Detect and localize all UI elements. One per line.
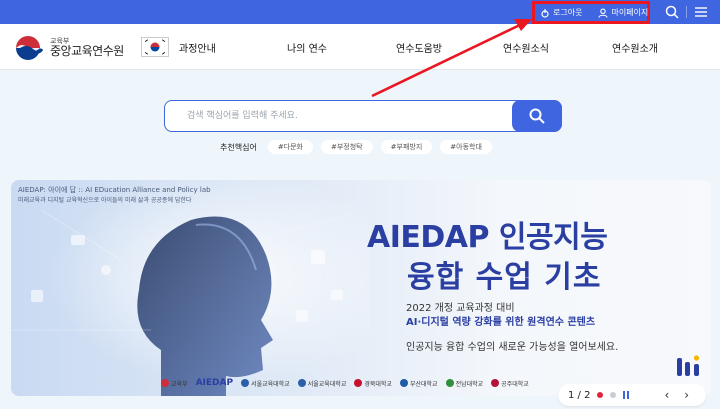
university-seal-icon (297, 379, 306, 387)
top-utility-bar: 로그아웃 마이페이지 (0, 0, 720, 24)
university-seal-icon (354, 379, 363, 387)
university-seal-icon (491, 379, 500, 387)
recommended-label: 추천핵심어 (220, 142, 257, 152)
keyword-tag[interactable]: #부정청탁 (321, 140, 373, 154)
utility-links-highlight: 로그아웃 마이페이지 (532, 1, 650, 24)
main-header: 교육부 중앙교육연수원 과정안내 나의 연수 연수도움방 연수원소식 연수원소개 (0, 24, 720, 70)
pager-dot[interactable] (610, 392, 617, 398)
logout-icon (541, 8, 549, 18)
top-divider (686, 6, 687, 18)
keyword-tag[interactable]: #부패방지 (380, 140, 433, 154)
partner-logo: 서울교육대학교 (241, 379, 290, 388)
government-emblem-icon (16, 36, 44, 60)
banner-title-line1: AIEDAP 인공지능 (367, 220, 608, 255)
nav-about[interactable]: 연수원소개 (612, 40, 658, 55)
pager-dot-active[interactable] (597, 392, 604, 398)
edap-logo-icon (677, 355, 700, 376)
chevron-right-icon[interactable]: › (684, 388, 689, 402)
partner-logo: 공주대학교 (491, 379, 529, 388)
university-seal-icon (445, 379, 454, 387)
banner-caption: AIEDAP: 아이에 답 :: AI EDucation Alliance a… (18, 186, 211, 194)
ministry-emblem-icon (161, 379, 169, 387)
university-seal-icon (241, 379, 250, 387)
partner-logo: AIEDAP (195, 378, 234, 388)
banner-description: 인공지능 융합 수업의 새로운 가능성을 열어보세요. (406, 342, 619, 353)
ai-head-illustration (11, 180, 371, 396)
banner-caption-sub: 미래교육과 디지털 교육혁신으로 아이들의 미래 삶과 공공종에 답한다 (18, 197, 192, 204)
banner-pager: 1 / 2 ‹ › (558, 384, 706, 406)
partner-logo: 교육부 (161, 379, 188, 388)
chevron-left-icon[interactable]: ‹ (664, 388, 669, 402)
recommended-keywords: 추천핵심어 #다문화 #부정청탁 #부패방지 #아동학대 (220, 140, 492, 154)
main-search-input[interactable] (165, 101, 511, 131)
university-seal-icon (399, 379, 408, 387)
logout-label: 로그아웃 (553, 8, 583, 17)
keyword-tag[interactable]: #다문화 (267, 140, 313, 154)
search-icon (529, 108, 545, 124)
main-search-box (164, 100, 562, 132)
nav-help[interactable]: 연수도움방 (396, 40, 442, 55)
logout-link[interactable]: 로그아웃 (540, 7, 582, 18)
partner-logo: 부산대학교 (399, 379, 438, 388)
mypage-label: 마이페이지 (611, 8, 649, 17)
nav-courses[interactable]: 과정안내 (179, 40, 216, 55)
banner-subtitle-strong: AI·디지털 역량 강화를 위한 원격연수 콘텐츠 (406, 317, 596, 328)
promo-banner[interactable]: AIEDAP: 아이에 답 :: AI EDucation Alliance a… (11, 180, 711, 396)
logo-name: 중앙교육연수원 (50, 44, 124, 59)
nav-my-training[interactable]: 나의 연수 (287, 40, 327, 55)
partner-logo: 경북대학교 (354, 379, 392, 388)
user-icon (598, 8, 609, 18)
pager-count: 1 / 2 (568, 389, 591, 401)
nav-news[interactable]: 연수원소식 (503, 40, 549, 55)
korea-flag-icon (141, 37, 169, 57)
main-search-button[interactable] (512, 100, 562, 132)
banner-subtitle: 2022 개정 교육과정 대비 (406, 303, 515, 314)
partner-logos: 교육부 AIEDAP 서울교육대학교 서울교육대학교 경북대학교 부산대학교 전… (161, 378, 529, 388)
pause-icon[interactable] (623, 391, 631, 399)
mypage-link[interactable]: 마이페이지 (598, 7, 648, 18)
partner-logo: 전남대학교 (445, 379, 483, 388)
partner-logo: 서울교육대학교 (297, 379, 346, 388)
keyword-tag[interactable]: #아동학대 (440, 140, 492, 154)
search-icon[interactable] (664, 4, 680, 20)
site-logo[interactable]: 교육부 중앙교육연수원 (12, 32, 124, 64)
hamburger-menu-icon[interactable] (694, 5, 708, 19)
banner-title-line2: 융합 수업 기초 (407, 260, 602, 295)
